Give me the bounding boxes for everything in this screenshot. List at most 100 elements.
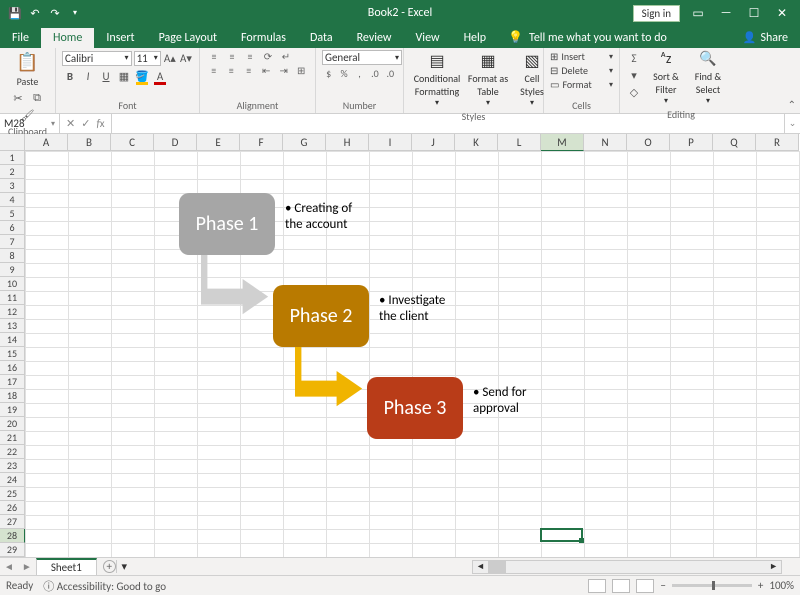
copy-icon[interactable]: ⧉ — [29, 90, 45, 106]
format-as-table-button[interactable]: ▦Format as Table▾ — [464, 50, 512, 108]
column-header-H[interactable]: H — [326, 134, 369, 151]
column-header-B[interactable]: B — [68, 134, 111, 151]
collapse-ribbon-icon[interactable]: ⌃ — [788, 98, 796, 111]
status-accessibility[interactable]: ⓘ Accessibility: Good to go — [43, 578, 166, 594]
increase-font-icon[interactable]: A▴ — [163, 50, 177, 66]
row-header-29[interactable]: 29 — [0, 543, 25, 557]
smartart-phase1-box[interactable]: Phase 1 — [179, 193, 275, 255]
column-header-N[interactable]: N — [584, 134, 627, 151]
column-header-J[interactable]: J — [412, 134, 455, 151]
tell-me-search[interactable]: 💡 Tell me what you want to do — [498, 27, 677, 48]
align-middle-icon[interactable]: ≡ — [224, 50, 240, 62]
row-header-19[interactable]: 19 — [0, 403, 25, 417]
column-header-L[interactable]: L — [498, 134, 541, 151]
row-header-3[interactable]: 3 — [0, 179, 25, 193]
row-header-17[interactable]: 17 — [0, 375, 25, 389]
share-button[interactable]: 👤Share — [735, 28, 800, 48]
row-header-5[interactable]: 5 — [0, 207, 25, 221]
row-header-4[interactable]: 4 — [0, 193, 25, 207]
row-header-7[interactable]: 7 — [0, 235, 25, 249]
save-icon[interactable]: 💾 — [8, 6, 22, 20]
format-painter-icon[interactable]: 🖌 — [20, 107, 36, 123]
column-header-F[interactable]: F — [240, 134, 283, 151]
zoom-level[interactable]: 100% — [769, 579, 794, 592]
insert-cells-button[interactable]: ⊞Insert▾ — [550, 50, 613, 63]
column-header-K[interactable]: K — [455, 134, 498, 151]
tab-help[interactable]: Help — [452, 28, 499, 48]
row-header-8[interactable]: 8 — [0, 249, 25, 263]
fill-color-icon[interactable]: 🪣 — [134, 68, 150, 84]
tab-data[interactable]: Data — [298, 28, 345, 48]
row-header-6[interactable]: 6 — [0, 221, 25, 235]
column-header-E[interactable]: E — [197, 134, 240, 151]
zoom-in-icon[interactable]: + — [758, 579, 763, 592]
row-header-22[interactable]: 22 — [0, 445, 25, 459]
find-select-button[interactable]: 🔍Find & Select▾ — [686, 50, 730, 106]
column-header-Q[interactable]: Q — [713, 134, 756, 151]
align-left-icon[interactable]: ≡ — [206, 64, 222, 76]
sort-filter-button[interactable]: ᴬzSort & Filter▾ — [646, 50, 686, 106]
decrease-indent-icon[interactable]: ⇤ — [259, 64, 275, 76]
tab-formulas[interactable]: Formulas — [229, 28, 298, 48]
row-header-25[interactable]: 25 — [0, 487, 25, 501]
row-header-16[interactable]: 16 — [0, 361, 25, 375]
wrap-text-icon[interactable]: ↵ — [278, 50, 294, 62]
increase-decimal-icon[interactable]: .0 — [368, 67, 381, 79]
column-header-M[interactable]: M — [541, 134, 584, 151]
expand-formula-bar-icon[interactable]: ⌄ — [784, 114, 800, 133]
sheet-tab-sheet1[interactable]: Sheet1 — [36, 558, 97, 575]
percent-icon[interactable]: % — [337, 67, 350, 79]
tab-view[interactable]: View — [404, 28, 452, 48]
row-header-13[interactable]: 13 — [0, 319, 25, 333]
autosum-icon[interactable]: Σ — [626, 50, 642, 66]
tab-page-layout[interactable]: Page Layout — [147, 28, 229, 48]
zoom-out-icon[interactable]: − — [660, 579, 665, 592]
font-color-icon[interactable]: A — [152, 68, 168, 84]
row-header-15[interactable]: 15 — [0, 347, 25, 361]
italic-icon[interactable]: I — [80, 68, 96, 84]
signin-button[interactable]: Sign in — [633, 5, 680, 22]
decrease-font-icon[interactable]: A▾ — [179, 50, 193, 66]
row-header-21[interactable]: 21 — [0, 431, 25, 445]
underline-icon[interactable]: U — [98, 68, 114, 84]
smartart-phase3-box[interactable]: Phase 3 — [367, 377, 463, 439]
row-header-9[interactable]: 9 — [0, 263, 25, 277]
row-header-20[interactable]: 20 — [0, 417, 25, 431]
view-page-layout-icon[interactable] — [612, 579, 630, 593]
undo-icon[interactable]: ↶ — [28, 6, 42, 20]
view-page-break-icon[interactable] — [636, 579, 654, 593]
view-normal-icon[interactable] — [588, 579, 606, 593]
horizontal-scrollbar[interactable]: ◄► — [472, 560, 782, 574]
orientation-icon[interactable]: ⟳ — [260, 50, 276, 62]
column-header-G[interactable]: G — [283, 134, 326, 151]
select-all-corner[interactable] — [0, 134, 25, 151]
align-top-icon[interactable]: ≡ — [206, 50, 222, 62]
cancel-formula-icon[interactable]: ✕ — [66, 117, 75, 130]
fill-icon[interactable]: ▾ — [626, 67, 642, 83]
align-right-icon[interactable]: ≡ — [241, 64, 257, 76]
align-center-icon[interactable]: ≡ — [224, 64, 240, 76]
row-header-18[interactable]: 18 — [0, 389, 25, 403]
row-header-1[interactable]: 1 — [0, 151, 25, 165]
row-header-27[interactable]: 27 — [0, 515, 25, 529]
format-cells-button[interactable]: ▭Format▾ — [550, 78, 613, 91]
sheet-nav-prev-icon[interactable]: ◄ — [0, 560, 18, 573]
column-header-R[interactable]: R — [756, 134, 799, 151]
column-header-I[interactable]: I — [369, 134, 412, 151]
new-sheet-button[interactable]: + — [103, 560, 116, 573]
column-header-A[interactable]: A — [25, 134, 68, 151]
paste-icon[interactable]: 📋 — [14, 50, 42, 74]
paste-button[interactable]: Paste — [17, 75, 39, 88]
minimize-icon[interactable]: — — [716, 6, 736, 20]
enter-formula-icon[interactable]: ✓ — [81, 117, 90, 130]
decrease-decimal-icon[interactable]: .0 — [384, 67, 397, 79]
comma-icon[interactable]: , — [353, 67, 366, 79]
row-header-23[interactable]: 23 — [0, 459, 25, 473]
cut-icon[interactable]: ✂ — [10, 90, 26, 106]
tab-insert[interactable]: Insert — [94, 28, 146, 48]
column-header-D[interactable]: D — [154, 134, 197, 151]
accounting-icon[interactable]: $ — [322, 67, 335, 79]
number-format-combo[interactable]: General▾ — [322, 50, 402, 65]
increase-indent-icon[interactable]: ⇥ — [276, 64, 292, 76]
smartart-phase2-box[interactable]: Phase 2 — [273, 285, 369, 347]
